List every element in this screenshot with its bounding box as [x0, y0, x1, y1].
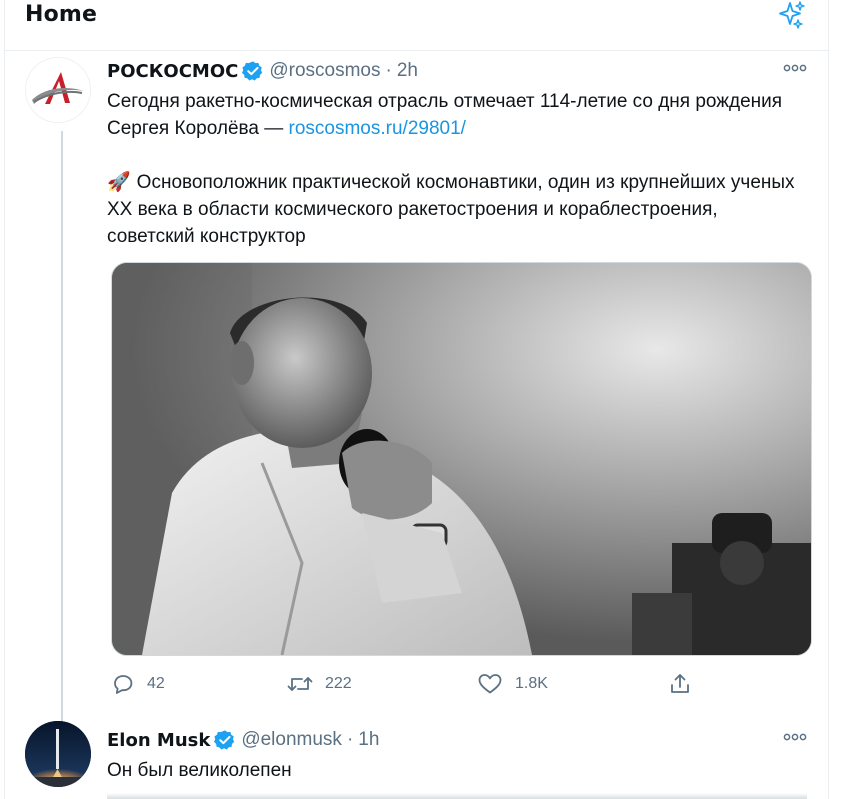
tweet-link[interactable]: roscosmos.ru/29801/: [289, 118, 466, 139]
tweet[interactable]: РОСКОСМОС @roscosmos · 2h Сегодня ракетн…: [5, 51, 828, 763]
share-icon[interactable]: [668, 672, 692, 696]
timeline-header: Home: [5, 0, 828, 51]
avatar[interactable]: [25, 57, 91, 123]
heart-icon[interactable]: [477, 672, 503, 696]
separator-dot: ·: [385, 60, 392, 81]
reply-icon[interactable]: [111, 672, 135, 696]
tweet-text: Он был великолепен: [107, 760, 292, 781]
retweet-action[interactable]: 222: [287, 669, 352, 699]
share-action[interactable]: [668, 669, 704, 699]
tweet-text: Сегодня ракетно-космическая отрасль отме…: [107, 88, 807, 250]
avatar[interactable]: [25, 721, 91, 787]
reply-action[interactable]: 42: [111, 669, 165, 699]
timeline-column: Home РОСКОСМОС @roscosmos · 2h Сегодня р…: [4, 0, 829, 799]
display-name[interactable]: РОСКОСМОС: [107, 61, 238, 82]
display-name[interactable]: Elon Musk: [107, 730, 210, 751]
more-options-icon[interactable]: [782, 730, 808, 744]
tweet-actions: 42 222 1.8K: [107, 669, 807, 699]
more-options-icon[interactable]: [782, 61, 808, 75]
timestamp[interactable]: 1h: [358, 729, 379, 751]
like-count: 1.8K: [515, 675, 548, 692]
retweet-icon[interactable]: [287, 672, 313, 696]
separator-dot: ·: [346, 729, 354, 750]
rocket-emoji-icon: 🚀: [107, 172, 131, 193]
tweet-text-paragraph: Основоположник практической космонавтики…: [107, 172, 795, 247]
retweet-count: 222: [325, 675, 352, 692]
sparkle-icon[interactable]: [773, 0, 809, 32]
tweet[interactable]: Elon Musk @elonmusk · 1h Он был великоле…: [5, 711, 828, 799]
next-media-edge: [107, 793, 807, 799]
timestamp[interactable]: 2h: [397, 60, 418, 82]
page-title: Home: [25, 2, 98, 27]
thread-line: [61, 131, 63, 763]
portrait-photo: [112, 263, 811, 655]
verified-badge-icon: [214, 730, 235, 750]
like-action[interactable]: 1.8K: [477, 669, 548, 699]
tweet-header: РОСКОСМОС @roscosmos · 2h: [107, 58, 418, 84]
rocket-launch-avatar: [25, 721, 91, 787]
handle[interactable]: @roscosmos: [269, 60, 380, 82]
roscosmos-logo-icon: [26, 58, 90, 122]
tweet-header: Elon Musk @elonmusk · 1h: [107, 727, 379, 753]
tweet-photo[interactable]: [111, 262, 812, 656]
verified-badge-icon: [242, 61, 263, 81]
handle[interactable]: @elonmusk: [241, 729, 342, 751]
reply-count: 42: [147, 675, 165, 692]
